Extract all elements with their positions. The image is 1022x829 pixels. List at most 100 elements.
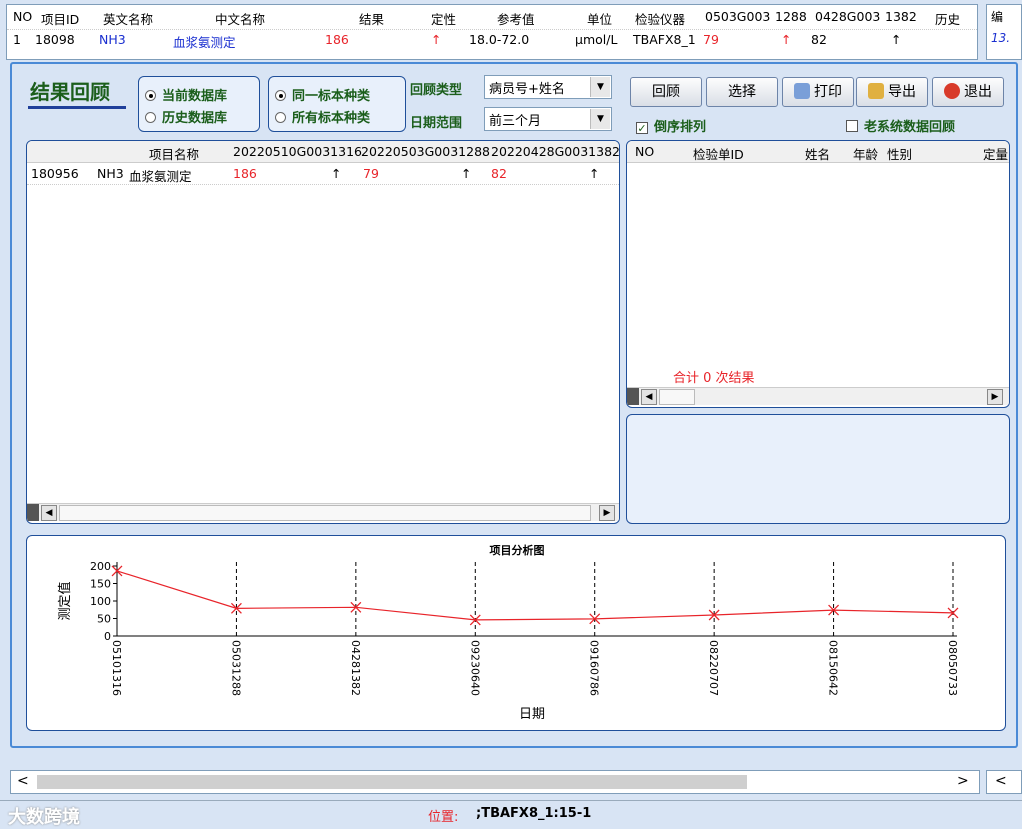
up-arrow-icon: ↑ — [891, 32, 902, 47]
scroll-left-icon[interactable]: ◀ — [41, 505, 57, 521]
up-arrow-icon: ↑ — [331, 166, 342, 181]
total-count: 合计 0 次结果 — [673, 371, 755, 386]
col-item-id: 项目ID — [41, 12, 80, 27]
analysis-chart: 项目分析图 测定值 日期 0 50 100 150 200 05101316 05031288 04… — [26, 535, 1006, 731]
col-unit: 单位 — [587, 12, 613, 27]
scroll-thumb[interactable] — [659, 389, 695, 405]
cell-cn: 血浆氨测定 — [129, 169, 192, 184]
chevron-down-icon: ▼ — [590, 77, 610, 97]
col-sex: 性别 — [887, 147, 913, 162]
col-quant: 定量 — [983, 147, 1009, 162]
report-list-grid: NO 检验单ID 姓名 年龄 性别 定量 合计 0 次结果 ◀ ▶ — [626, 140, 1010, 408]
export-icon — [868, 83, 884, 99]
date-range-select[interactable]: 前三个月 ▼ — [484, 107, 612, 131]
col-date-2: 20220503G0031288 — [361, 144, 490, 159]
select-button[interactable]: 选择 — [706, 77, 778, 107]
x-tick-label: 05101316 — [110, 640, 123, 696]
cell-unit: μmol/L — [575, 32, 618, 47]
reverse-sort-checkbox[interactable]: ✓ 倒序排列 — [636, 116, 706, 135]
grid-header: 项目名称 20220510G0031316 20220503G0031288 2… — [27, 141, 619, 163]
scroll-right-icon[interactable]: ▶ — [987, 389, 1003, 405]
radio-history-db[interactable]: 历史数据库 — [145, 107, 227, 126]
cell-id: 18098 — [35, 32, 75, 47]
series-line — [116, 570, 954, 621]
side-scrollbar[interactable]: < — [986, 770, 1022, 794]
up-arrow-icon: ↑ — [589, 166, 600, 181]
cell-h2: 82 — [811, 32, 827, 47]
radio-current-db[interactable]: 当前数据库 — [145, 85, 227, 104]
y-tick-label: 50 — [97, 613, 111, 626]
col-english-name: 英文名称 — [103, 12, 154, 27]
y-axis-label: 测定值 — [57, 581, 73, 620]
date-range-label: 日期范围 — [410, 116, 463, 131]
horizontal-scrollbar[interactable]: ◀ ▶ — [627, 387, 1009, 405]
radio-same-sample[interactable]: 同一标本种类 — [275, 85, 370, 104]
exit-button[interactable]: 退出 — [932, 77, 1004, 107]
detail-panel — [626, 414, 1010, 524]
table-row[interactable]: 1 18098 NH3 血浆氨测定 186 ↑ 18.0-72.0 μmol/L… — [7, 29, 977, 50]
col-result: 结果 — [359, 12, 385, 27]
table-row[interactable]: 180956 NH3 血浆氨测定 186 ↑ 79 ↑ 82 ↑ — [27, 163, 619, 185]
close-icon — [944, 83, 960, 99]
title-underline — [28, 106, 126, 109]
print-button[interactable]: 打印 — [782, 77, 854, 107]
grid-header: NO 检验单ID 姓名 年龄 性别 定量 — [627, 141, 1009, 163]
scroll-left-icon[interactable]: < — [17, 773, 29, 789]
y-tick-label: 150 — [90, 578, 111, 591]
x-tick-label: 09160786 — [588, 640, 601, 696]
cell-instrument: TBAFX8_1 — [633, 32, 696, 47]
scroll-left-icon[interactable]: ◀ — [641, 389, 657, 405]
y-tick-label: 200 — [90, 560, 111, 573]
cell-h1: 79 — [703, 32, 719, 47]
cell-en: NH3 — [99, 32, 126, 47]
review-type-label: 回顾类型 — [410, 83, 463, 98]
review-button[interactable]: 回顾 — [630, 77, 702, 107]
side-panel: 编 13. — [986, 4, 1022, 60]
history-result-grid: 项目名称 20220510G0031316 20220503G0031288 2… — [26, 140, 620, 524]
col-date-3: 20220428G0031382 — [491, 144, 620, 159]
side-panel-header: 编 — [991, 10, 1004, 24]
x-tick-label: 09230640 — [468, 640, 481, 696]
x-tick-label: 08220707 — [707, 640, 720, 696]
scroll-left-icon[interactable]: < — [995, 773, 1007, 789]
scroll-thumb[interactable] — [59, 505, 591, 521]
bottom-scrollbar[interactable]: < > — [10, 770, 980, 794]
old-system-checkbox[interactable]: 老系统数据回顾 — [846, 116, 955, 135]
position-value: ;TBAFX8_1:15-1 — [476, 806, 592, 821]
scroll-marker — [27, 504, 39, 521]
cell-no: 1 — [13, 32, 21, 47]
scroll-thumb[interactable] — [37, 775, 747, 789]
scroll-right-icon[interactable]: ▶ — [599, 505, 615, 521]
radio-all-sample[interactable]: 所有标本种类 — [275, 107, 370, 126]
col-date-1: 20220510G0031316 — [233, 144, 362, 159]
col-hist2: 0428G003 — [815, 9, 881, 24]
col-name: 姓名 — [805, 147, 831, 162]
x-tick-label: 08050733 — [946, 640, 959, 696]
col-reference: 参考值 — [497, 12, 535, 27]
result-review-dialog: 结果回顾 当前数据库 历史数据库 同一标本种类 所有标本种类 回顾类型 病员号+… — [10, 62, 1018, 748]
y-tick-label: 0 — [104, 630, 111, 643]
cell-v2: 79 — [363, 166, 379, 181]
review-type-select[interactable]: 病员号+姓名 ▼ — [484, 75, 612, 99]
chart-title: 项目分析图 — [490, 543, 545, 557]
col-hist1b: 1288 — [775, 9, 807, 24]
cell-v1: 186 — [233, 166, 257, 181]
position-label: 位置: — [428, 810, 459, 825]
col-hist2b: 1382 — [885, 9, 917, 24]
chart-canvas: 项目分析图测定值日期 0 50 100 150 200 05101316 05031288 04… — [57, 543, 959, 722]
col-no: NO — [13, 9, 33, 24]
cell-id: 180956 — [31, 166, 79, 181]
col-history: 历史 — [935, 12, 961, 27]
horizontal-scrollbar[interactable]: ◀ ▶ — [27, 503, 619, 521]
up-arrow-icon: ↑ — [431, 32, 442, 47]
col-hist1: 0503G003 — [705, 9, 771, 24]
cell-en: NH3 — [97, 166, 124, 181]
y-tick-label: 100 — [90, 595, 111, 608]
watermark: 大数跨境 — [8, 807, 80, 828]
scroll-marker — [627, 388, 639, 405]
scroll-right-icon[interactable]: > — [957, 773, 969, 789]
col-no: NO — [635, 144, 655, 159]
dialog-title: 结果回顾 — [30, 80, 110, 104]
printer-icon — [794, 83, 810, 99]
export-button[interactable]: 导出 — [856, 77, 928, 107]
